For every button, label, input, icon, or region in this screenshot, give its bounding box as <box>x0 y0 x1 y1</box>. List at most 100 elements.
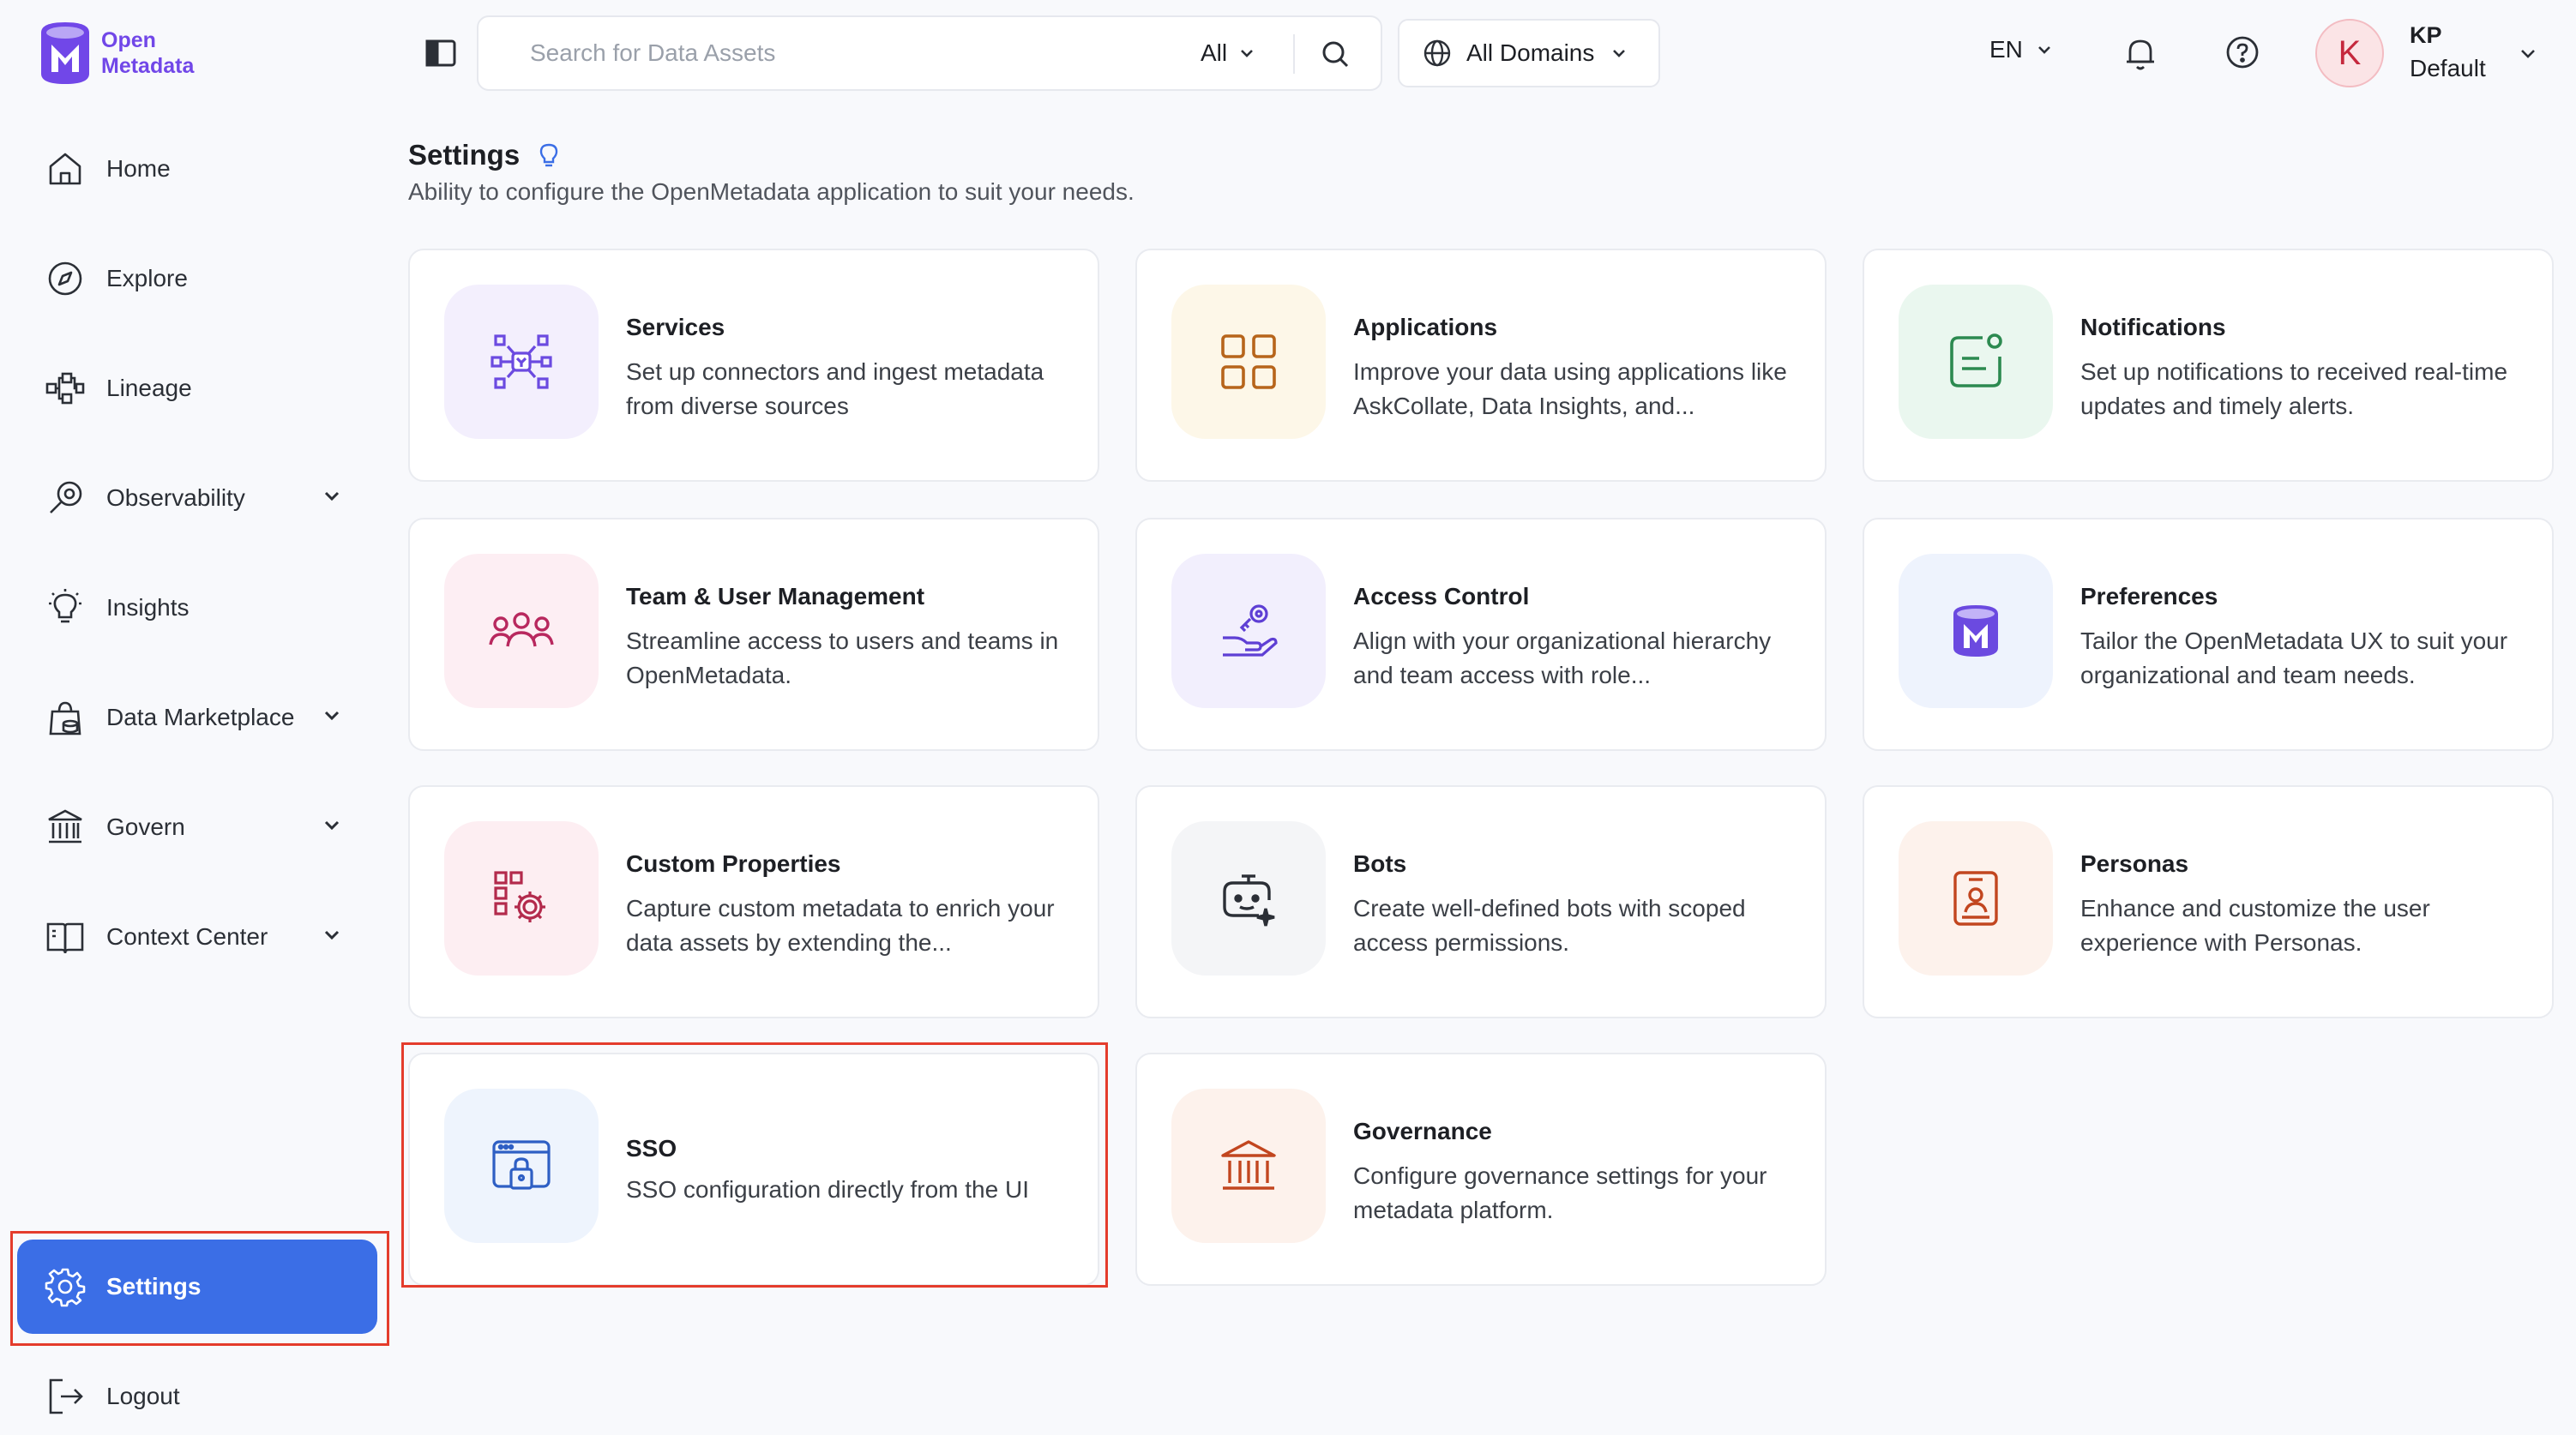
card-title: Bots <box>1353 850 1407 877</box>
access-control-icon <box>1171 554 1326 708</box>
card-title: Services <box>626 314 725 340</box>
settings-card-governance[interactable]: Governance Configure governance settings… <box>1135 1053 1827 1286</box>
sidebar-item-logout[interactable]: Logout <box>17 1349 377 1435</box>
card-description: Enhance and customize the user experienc… <box>2080 895 2430 956</box>
card-title: Governance <box>1353 1118 1492 1144</box>
lightbulb-icon[interactable] <box>537 141 561 169</box>
chevron-down-icon[interactable] <box>2518 43 2538 63</box>
settings-card-notifications[interactable]: Notifications Set up notifications to re… <box>1863 249 2554 482</box>
sidebar-item-context-center[interactable]: Context Center <box>17 890 377 984</box>
services-icon <box>444 285 599 439</box>
card-title: Access Control <box>1353 583 1530 609</box>
card-description: Configure governance settings for your m… <box>1353 1162 1767 1223</box>
avatar[interactable]: K <box>2315 19 2384 87</box>
openmetadata-logo-icon <box>41 22 89 84</box>
sidebar-item-label: Lineage <box>106 375 192 401</box>
chevron-down-icon <box>1241 50 1254 57</box>
card-title: Notifications <box>2080 314 2226 340</box>
book-icon <box>43 915 87 959</box>
search-filter-label: All <box>1201 39 1228 66</box>
chevron-down-icon[interactable] <box>321 485 343 507</box>
card-title: Preferences <box>2080 583 2218 609</box>
sidebar-item-observability[interactable]: Observability <box>17 451 377 545</box>
settings-card-bots[interactable]: Bots Create well-defined bots with scope… <box>1135 785 1827 1018</box>
chevron-down-icon <box>1613 50 1626 57</box>
sidebar: Open Metadata Home Explore Lineage Obser… <box>0 0 394 1435</box>
sidebar-item-home[interactable]: Home <box>17 122 377 216</box>
preferences-icon <box>1899 554 2053 708</box>
bot-icon <box>1171 821 1326 976</box>
language-dropdown[interactable]: EN <box>1989 36 2054 63</box>
bell-icon[interactable] <box>2123 34 2158 72</box>
sidebar-item-label: Context Center <box>106 923 268 950</box>
sidebar-item-label: Observability <box>106 484 245 511</box>
chevron-down-icon[interactable] <box>321 814 343 837</box>
sidebar-item-label: Data Marketplace <box>106 704 295 730</box>
personas-icon <box>1899 821 2053 976</box>
card-title: Applications <box>1353 314 1498 340</box>
card-title: Team & User Management <box>626 583 925 609</box>
sidebar-item-label: Home <box>106 155 171 182</box>
lineage-icon <box>43 366 87 411</box>
govern-icon <box>43 805 87 850</box>
search-bar[interactable]: All <box>477 15 1382 91</box>
divider <box>1293 34 1295 74</box>
home-icon <box>43 147 87 191</box>
sidebar-toggle-icon[interactable] <box>424 36 458 70</box>
notifications-icon <box>1899 285 2053 439</box>
settings-card-services[interactable]: Services Set up connectors and ingest me… <box>408 249 1099 482</box>
user-name: KP <box>2410 22 2442 48</box>
settings-card-access-control[interactable]: Access Control Align with your organizat… <box>1135 518 1827 751</box>
card-description: Streamline access to users and teams in … <box>626 627 1059 688</box>
search-icon[interactable] <box>1319 38 1351 70</box>
settings-card-custom-properties[interactable]: Custom Properties Capture custom metadat… <box>408 785 1099 1018</box>
user-role: Default <box>2410 55 2486 81</box>
lightbulb-icon <box>43 585 87 630</box>
chevron-down-icon <box>2037 46 2050 54</box>
chevron-down-icon[interactable] <box>321 705 343 727</box>
sidebar-item-label: Logout <box>106 1383 180 1409</box>
brand-line-2: Metadata <box>101 54 195 78</box>
sidebar-item-data-marketplace[interactable]: Data Marketplace <box>17 670 377 765</box>
compass-icon <box>43 256 87 301</box>
sidebar-item-insights[interactable]: Insights <box>17 561 377 655</box>
search-input[interactable] <box>530 39 1147 67</box>
settings-card-preferences[interactable]: Preferences Tailor the OpenMetadata UX t… <box>1863 518 2554 751</box>
brand-line-1: Open <box>101 28 156 52</box>
sso-highlight-box <box>401 1042 1108 1288</box>
search-filter-dropdown[interactable]: All <box>1201 17 1256 89</box>
sidebar-item-label: Govern <box>106 814 185 840</box>
sidebar-item-label: Explore <box>106 265 188 291</box>
observability-icon <box>43 476 87 520</box>
marketplace-icon <box>43 695 87 740</box>
sidebar-item-explore[interactable]: Explore <box>17 231 377 326</box>
globe-icon <box>1423 39 1451 67</box>
domains-dropdown[interactable]: All Domains <box>1398 19 1660 87</box>
help-icon[interactable] <box>2224 34 2260 70</box>
settings-card-applications[interactable]: Applications Improve your data using app… <box>1135 249 1827 482</box>
language-label: EN <box>1989 36 2023 63</box>
brand-logo[interactable]: Open Metadata <box>36 19 194 87</box>
team-icon <box>444 554 599 708</box>
governance-icon <box>1171 1089 1326 1243</box>
page-subtitle: Ability to configure the OpenMetadata ap… <box>408 178 1135 205</box>
card-description: Improve your data using applications lik… <box>1353 358 1787 419</box>
settings-card-personas[interactable]: Personas Enhance and customize the user … <box>1863 785 2554 1018</box>
card-title: Personas <box>2080 850 2189 877</box>
card-description: Align with your organizational hierarchy… <box>1353 627 1772 688</box>
sidebar-item-govern[interactable]: Govern <box>17 780 377 874</box>
card-description: Set up notifications to received real-ti… <box>2080 358 2508 419</box>
page-title: Settings <box>408 139 561 171</box>
card-title: Custom Properties <box>626 850 841 877</box>
chevron-down-icon[interactable] <box>321 924 343 946</box>
domains-label: All Domains <box>1466 39 1595 66</box>
card-description: Capture custom metadata to enrich your d… <box>626 895 1055 956</box>
settings-card-team-user-management[interactable]: Team & User Management Streamline access… <box>408 518 1099 751</box>
card-description: Create well-defined bots with scoped acc… <box>1353 895 1746 956</box>
sidebar-item-lineage[interactable]: Lineage <box>17 341 377 435</box>
sidebar-item-label: Insights <box>106 594 190 621</box>
page-title-text: Settings <box>408 139 521 171</box>
custom-properties-icon <box>444 821 599 976</box>
card-description: Set up connectors and ingest metadata fr… <box>626 358 1044 419</box>
applications-icon <box>1171 285 1326 439</box>
